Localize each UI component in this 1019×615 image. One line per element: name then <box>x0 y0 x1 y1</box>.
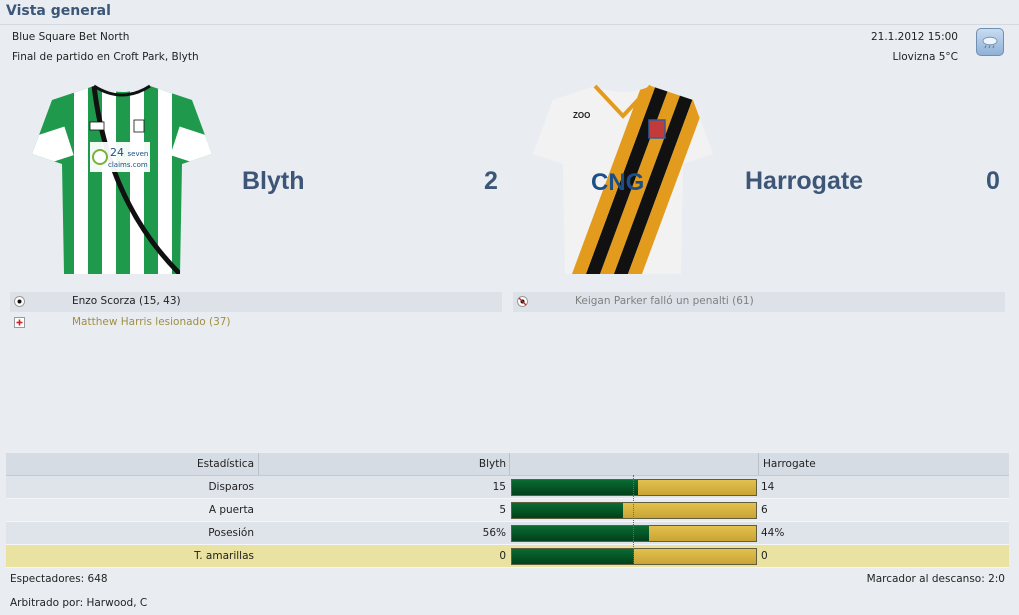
home-event-injury[interactable]: Matthew Harris lesionado (37) <box>72 316 231 328</box>
stats-header-away[interactable]: Harrogate <box>763 453 816 475</box>
home-event-goal[interactable]: Enzo Scorza (15, 43) <box>72 295 181 307</box>
away-kit-image: CNG ZOO <box>533 84 713 274</box>
home-kit-image: 24 seven claims.com <box>32 84 212 274</box>
stat-label: Disparos <box>208 481 254 493</box>
home-team-name[interactable]: Blyth <box>242 167 305 196</box>
stat-away-value: 6 <box>761 504 768 516</box>
stats-table: Estadística Blyth Harrogate Disparos 15 … <box>6 453 1009 568</box>
header-separator <box>258 453 259 475</box>
stat-comparison-bar <box>511 525 757 542</box>
stat-away-value: 14 <box>761 481 775 493</box>
halftime-score-label: Marcador al descanso: 2:0 <box>866 573 1005 585</box>
weather-label: Llovizna 5°C <box>892 51 958 63</box>
injury-icon <box>14 317 25 328</box>
header-separator <box>509 453 510 475</box>
cloud-rain-icon <box>982 36 998 49</box>
page-title: Vista general <box>6 3 111 19</box>
stat-away-value: 44% <box>761 527 785 539</box>
stat-label: A puerta <box>208 504 254 516</box>
competition-label: Blue Square Bet North <box>12 31 130 43</box>
missed-penalty-icon <box>517 296 528 307</box>
stat-away-value: 0 <box>761 550 768 562</box>
stats-row-shots: Disparos 15 14 <box>6 476 1009 499</box>
stat-home-value: 5 <box>499 504 506 516</box>
header-separator <box>758 453 759 475</box>
stat-comparison-bar <box>511 548 757 565</box>
stat-home-value: 15 <box>492 481 506 493</box>
stats-header-home[interactable]: Blyth <box>262 453 506 475</box>
referee-label: Arbitrado por: Harwood, C <box>10 597 148 609</box>
away-event-missed-penalty[interactable]: Keigan Parker falló un penalti (61) <box>575 295 754 307</box>
stats-row-yellow-cards: T. amarillas 0 0 <box>6 545 1009 568</box>
weather-button[interactable] <box>976 28 1004 56</box>
stat-comparison-bar <box>511 502 757 519</box>
stat-home-value: 0 <box>499 550 506 562</box>
stat-label: T. amarillas <box>194 550 254 562</box>
away-score: 0 <box>986 167 1000 195</box>
home-score: 2 <box>484 167 498 195</box>
stats-row-on-target: A puerta 5 6 <box>6 499 1009 522</box>
match-datetime: 21.1.2012 15:00 <box>870 31 958 43</box>
ball-icon <box>14 296 25 307</box>
stats-header-label[interactable]: Estadística <box>6 453 254 475</box>
stats-row-possession: Posesión 56% 44% <box>6 522 1009 545</box>
stats-midline <box>633 475 634 563</box>
stat-home-value: 56% <box>482 527 506 539</box>
stat-label: Posesión <box>208 527 254 539</box>
away-kit-sponsor: CNG <box>591 169 644 196</box>
title-divider <box>0 24 1019 25</box>
stats-header-row: Estadística Blyth Harrogate <box>6 453 1009 476</box>
venue-label: Final de partido en Croft Park, Blyth <box>12 51 199 63</box>
home-kit-sponsor-url: claims.com <box>108 161 148 169</box>
attendance-label: Espectadores: 648 <box>10 573 108 585</box>
away-kit-brand: ZOO <box>573 111 590 120</box>
away-team-name[interactable]: Harrogate <box>745 167 863 196</box>
stat-comparison-bar <box>511 479 757 496</box>
